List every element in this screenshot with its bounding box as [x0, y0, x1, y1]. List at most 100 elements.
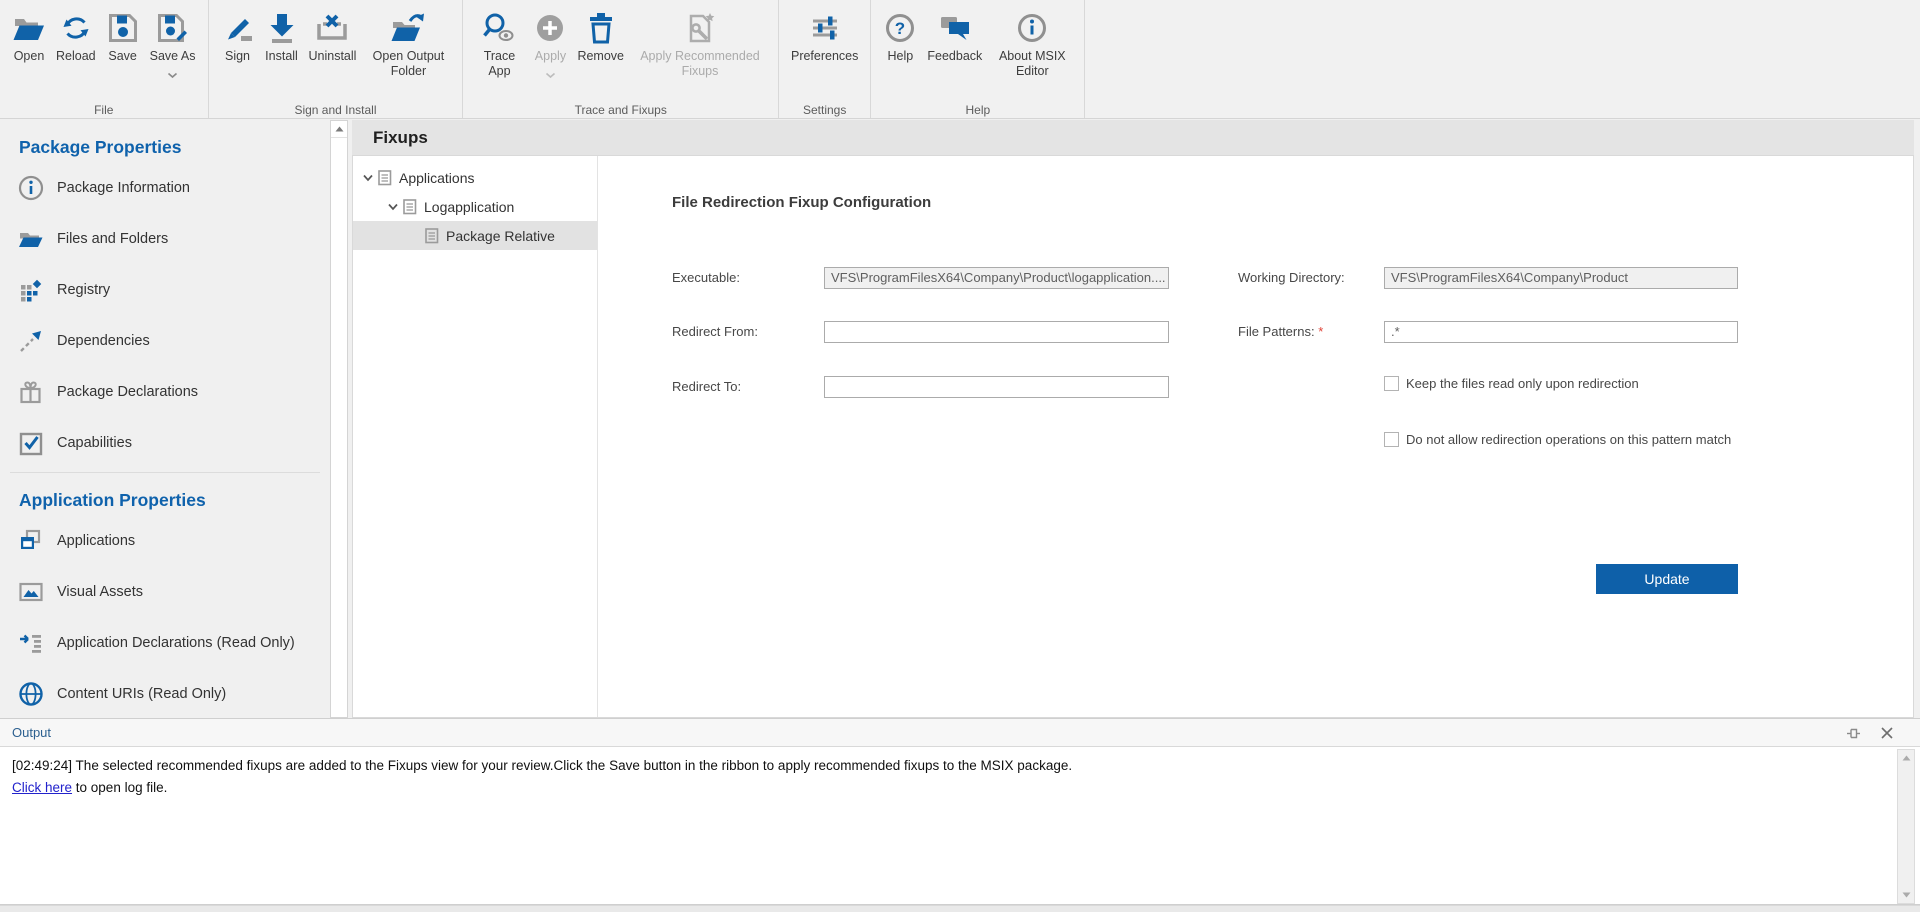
apply-button[interactable]: Apply [528, 4, 572, 73]
help-button[interactable]: ? Help [878, 4, 922, 64]
disallow-redirection-checkbox[interactable] [1384, 432, 1399, 447]
chevron-down-icon[interactable] [383, 203, 403, 211]
tree-item-label: Package Relative [446, 228, 555, 244]
tree-item-package-relative[interactable]: Package Relative [353, 221, 597, 250]
trace-app-icon [482, 7, 516, 49]
update-button[interactable]: Update [1596, 564, 1738, 594]
sidebar-item-visual-assets[interactable]: Visual Assets [0, 566, 330, 617]
feedback-button[interactable]: Feedback [922, 4, 987, 64]
open-log-link[interactable]: Click here [12, 780, 72, 795]
save-as-dropdown-chevron-icon[interactable] [167, 66, 178, 73]
svg-text:?: ? [895, 19, 905, 38]
open-folder-icon [12, 7, 46, 49]
uninstall-button[interactable]: Uninstall [304, 4, 362, 64]
uninstall-label: Uninstall [309, 49, 357, 64]
application-properties-heading: Application Properties [0, 473, 330, 515]
sidebar-scrollbar[interactable] [330, 120, 348, 718]
open-log-suffix: to open log file. [72, 780, 167, 795]
page-title: Fixups [352, 128, 428, 148]
save-label: Save [108, 49, 137, 64]
working-directory-field[interactable]: VFS\ProgramFilesX64\Company\Product [1384, 267, 1738, 289]
tree-item-logapplication[interactable]: Logapplication [353, 192, 597, 221]
sign-label: Sign [225, 49, 250, 64]
pin-icon[interactable] [1845, 725, 1862, 747]
sidebar-item-label: Visual Assets [57, 584, 143, 600]
ribbon-group-label-settings: Settings [779, 103, 870, 117]
ribbon-group-label-trace-fixups: Trace and Fixups [463, 103, 778, 117]
sidebar-item-applications[interactable]: Applications [0, 515, 330, 566]
apply-plus-icon [535, 7, 565, 49]
recommended-fixups-icon [683, 7, 717, 49]
keep-read-only-checkbox[interactable] [1384, 376, 1399, 391]
ribbon-group-label-file: File [0, 103, 208, 117]
document-icon [425, 228, 446, 244]
sidebar-item-label: Dependencies [57, 333, 150, 349]
save-button[interactable]: Save [101, 4, 145, 64]
chevron-down-icon[interactable] [358, 174, 378, 182]
tree-item-label: Logapplication [424, 199, 514, 215]
remove-button[interactable]: Remove [572, 4, 629, 64]
scrollbar-down-arrow-icon[interactable] [1898, 887, 1914, 903]
file-patterns-field[interactable]: .* [1384, 321, 1738, 343]
sidebar-item-registry[interactable]: Registry [0, 264, 330, 315]
tree-item-label: Applications [399, 170, 475, 186]
save-as-button[interactable]: Save As [145, 4, 201, 73]
sidebar-item-package-information[interactable]: Package Information [0, 162, 330, 213]
output-scrollbar[interactable] [1897, 749, 1915, 904]
output-title: Output [0, 725, 51, 740]
save-as-label: Save As [150, 49, 196, 64]
reload-button[interactable]: Reload [51, 4, 101, 64]
keep-read-only-checkbox-row: Keep the files read only upon redirectio… [1384, 376, 1639, 391]
apply-recommended-fixups-button[interactable]: Apply Recommended Fixups [629, 4, 771, 79]
trace-app-label: Trace App [475, 49, 523, 79]
open-output-folder-icon [390, 7, 426, 49]
close-icon[interactable] [1880, 726, 1894, 745]
sidebar-item-files-and-folders[interactable]: Files and Folders [0, 213, 330, 264]
scrollbar-up-arrow-icon[interactable] [331, 121, 347, 138]
executable-field[interactable]: VFS\ProgramFilesX64\Company\Product\loga… [824, 267, 1169, 289]
fixups-content: Applications Logapplication Package Rela… [352, 155, 1914, 718]
folder-icon [17, 225, 44, 252]
sidebar-item-package-declarations[interactable]: Package Declarations [0, 366, 330, 417]
about-msix-editor-button[interactable]: About MSIX Editor [987, 4, 1077, 79]
fixups-tree: Applications Logapplication Package Rela… [353, 156, 598, 717]
sidebar-item-dependencies[interactable]: Dependencies [0, 315, 330, 366]
required-asterisk: * [1318, 324, 1323, 339]
tree-item-applications[interactable]: Applications [353, 163, 597, 192]
redirect-to-field[interactable] [824, 376, 1169, 398]
preferences-sliders-icon [810, 7, 840, 49]
sidebar-item-label: Capabilities [57, 435, 132, 451]
redirect-from-field[interactable] [824, 321, 1169, 343]
window-bottom-edge [0, 905, 1920, 912]
uninstall-icon [315, 7, 349, 49]
reload-label: Reload [56, 49, 96, 64]
ribbon-toolbar: Open Reload Save Save As File [0, 0, 1920, 119]
sign-button[interactable]: Sign [216, 4, 260, 64]
image-icon [17, 578, 44, 605]
ribbon-group-file: Open Reload Save Save As File [0, 0, 209, 118]
sidebar-item-content-uris[interactable]: Content URIs (Read Only) [0, 668, 330, 718]
help-label: Help [888, 49, 914, 64]
feedback-label: Feedback [927, 49, 982, 64]
trace-app-button[interactable]: Trace App [470, 4, 528, 79]
preferences-button[interactable]: Preferences [786, 4, 863, 64]
navigation-sidebar: Package Properties Package Information F… [0, 120, 330, 718]
open-output-folder-button[interactable]: Open Output Folder [361, 4, 455, 79]
redirect-to-label: Redirect To: [672, 379, 741, 394]
sidebar-item-application-declarations[interactable]: Application Declarations (Read Only) [0, 617, 330, 668]
ribbon-group-label-help: Help [871, 103, 1084, 117]
scrollbar-up-arrow-icon[interactable] [1898, 750, 1914, 766]
open-output-folder-label: Open Output Folder [366, 49, 450, 79]
working-directory-label: Working Directory: [1238, 270, 1345, 285]
install-arrow-icon [267, 7, 297, 49]
ribbon-group-sign-install: Sign Install Uninstall Open Output Folde… [209, 0, 464, 118]
help-question-icon: ? [885, 7, 915, 49]
ribbon-group-label-sign-install: Sign and Install [209, 103, 463, 117]
sidebar-item-capabilities[interactable]: Capabilities [0, 417, 330, 468]
open-button[interactable]: Open [7, 4, 51, 64]
remove-trash-icon [588, 7, 614, 49]
install-button[interactable]: Install [260, 4, 304, 64]
executable-label: Executable: [672, 270, 740, 285]
save-icon [108, 7, 138, 49]
about-info-icon [1017, 7, 1047, 49]
